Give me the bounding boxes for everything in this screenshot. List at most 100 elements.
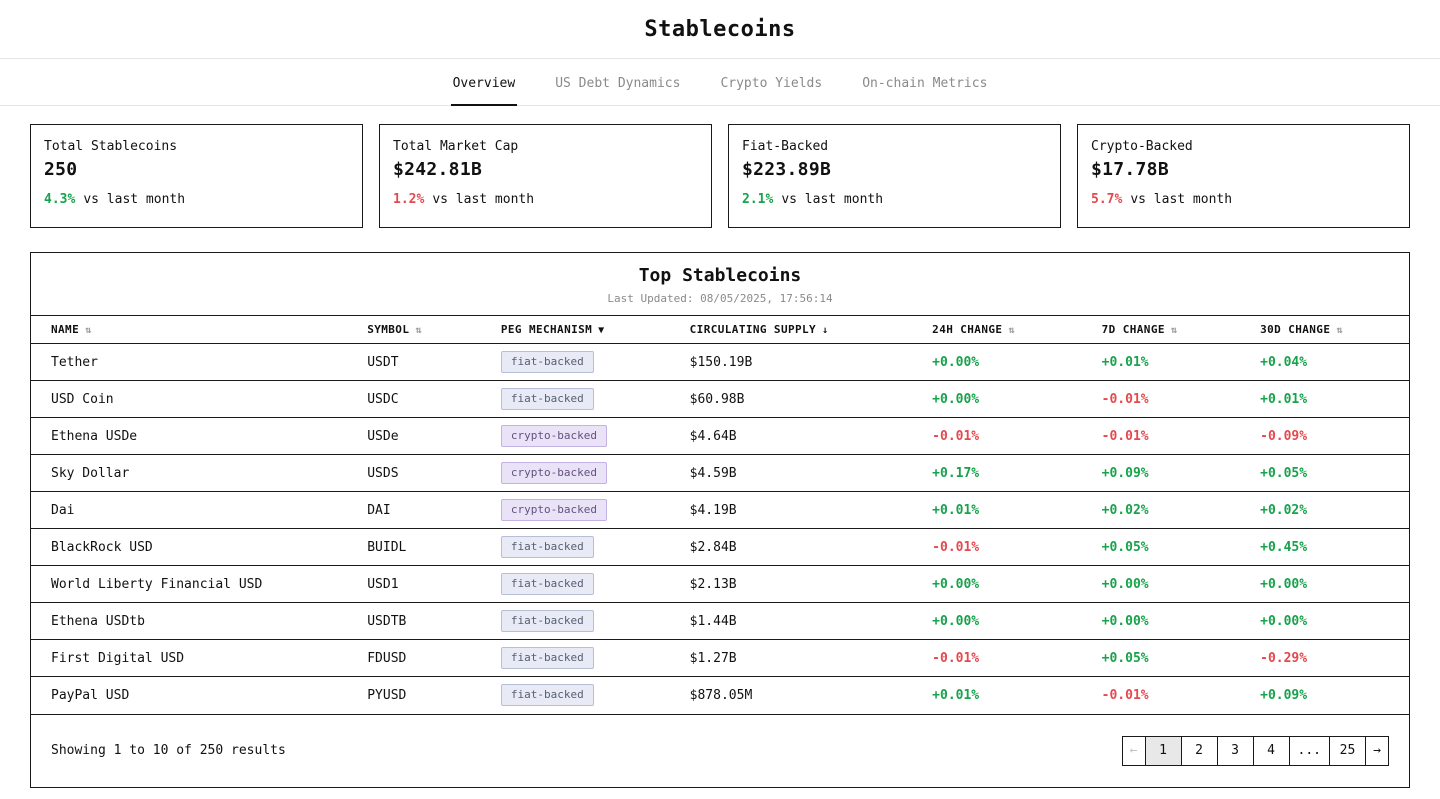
peg-badge: crypto-backed xyxy=(501,462,607,484)
peg-mechanism-cell: fiat-backed xyxy=(501,381,690,418)
circulating-supply: $878.05M xyxy=(690,677,933,714)
stat-cards: Total Stablecoins 250 4.3%vs last month … xyxy=(30,124,1410,228)
stat-change-suffix: vs last month xyxy=(1130,192,1232,207)
change-7d: -0.01% xyxy=(1102,677,1260,714)
table-row[interactable]: BlackRock USDBUIDLfiat-backed$2.84B-0.01… xyxy=(31,529,1409,566)
column-header-symbol[interactable]: SYMBOL⇅ xyxy=(367,316,501,344)
change-24h: +0.00% xyxy=(932,566,1101,603)
page-button-4[interactable]: 4 xyxy=(1253,736,1290,766)
pagination: ←1234...25→ xyxy=(1122,736,1389,766)
stat-change-pct: 5.7% xyxy=(1091,192,1122,207)
change-30d: -0.29% xyxy=(1260,640,1409,677)
change-7d: +0.00% xyxy=(1102,603,1260,640)
column-header-h24[interactable]: 24H CHANGE⇅ xyxy=(932,316,1101,344)
page-button-25[interactable]: 25 xyxy=(1329,736,1366,766)
table-row[interactable]: World Liberty Financial USDUSD1fiat-back… xyxy=(31,566,1409,603)
sort-both-icon: ⇅ xyxy=(1336,325,1342,336)
coin-name: Tether xyxy=(31,344,367,381)
next-page-button[interactable]: → xyxy=(1365,736,1389,766)
coin-name: Ethena USDtb xyxy=(31,603,367,640)
change-24h: -0.01% xyxy=(932,640,1101,677)
peg-mechanism-cell: fiat-backed xyxy=(501,603,690,640)
change-24h: +0.00% xyxy=(932,381,1101,418)
sort-both-icon: ⇅ xyxy=(1008,325,1014,336)
column-header-d7[interactable]: 7D CHANGE⇅ xyxy=(1102,316,1260,344)
table-body: TetherUSDTfiat-backed$150.19B+0.00%+0.01… xyxy=(31,344,1409,714)
peg-mechanism-cell: fiat-backed xyxy=(501,640,690,677)
page-button-3[interactable]: 3 xyxy=(1217,736,1254,766)
change-7d: +0.00% xyxy=(1102,566,1260,603)
circulating-supply: $4.64B xyxy=(690,418,933,455)
page-title: Stablecoins xyxy=(0,17,1440,42)
stat-change-suffix: vs last month xyxy=(432,192,534,207)
sort-both-icon: ⇅ xyxy=(1171,325,1177,336)
stat-change-pct: 2.1% xyxy=(742,192,773,207)
circulating-supply: $1.44B xyxy=(690,603,933,640)
peg-mechanism-cell: crypto-backed xyxy=(501,455,690,492)
sort-both-icon: ⇅ xyxy=(415,325,421,336)
column-label: CIRCULATING SUPPLY xyxy=(690,323,816,336)
page-button-1[interactable]: 1 xyxy=(1145,736,1182,766)
table-row[interactable]: Ethena USDtbUSDTBfiat-backed $1.44B +0.00%… xyxy=(31,603,1409,640)
top-stablecoins-panel: Top Stablecoins Last Updated: 08/05/2025… xyxy=(30,252,1410,788)
page-button-2[interactable]: 2 xyxy=(1181,736,1218,766)
peg-mechanism-cell: fiat-backed xyxy=(501,344,690,381)
column-label: PEG MECHANISM xyxy=(501,323,592,336)
peg-badge: fiat-backed xyxy=(501,351,594,373)
stat-card-fiat-backed: Fiat-Backed $223.89B 2.1%vs last month xyxy=(728,124,1061,228)
circulating-supply: $150.19B xyxy=(690,344,933,381)
tab-us-debt-dynamics[interactable]: US Debt Dynamics xyxy=(553,59,682,106)
change-7d: +0.02% xyxy=(1102,492,1260,529)
circulating-supply: $60.98B xyxy=(690,381,933,418)
stat-value: $223.89B xyxy=(742,159,1047,180)
circulating-supply: $1.27B xyxy=(690,640,933,677)
table-row[interactable]: DaiDAIcrypto-backed$4.19B+0.01%+0.02%+0.… xyxy=(31,492,1409,529)
column-header-supply[interactable]: CIRCULATING SUPPLY↓ xyxy=(690,316,933,344)
stat-change-pct: 4.3% xyxy=(44,192,75,207)
coin-name: Ethena USDe xyxy=(31,418,367,455)
peg-mechanism-cell: crypto-backed xyxy=(501,418,690,455)
table-title: Top Stablecoins xyxy=(31,265,1409,286)
table-row[interactable]: First Digital USDFDUSDfiat-backed$1.27B-… xyxy=(31,640,1409,677)
column-header-d30[interactable]: 30D CHANGE⇅ xyxy=(1260,316,1409,344)
change-7d: +0.09% xyxy=(1102,455,1260,492)
change-24h: +0.01% xyxy=(932,677,1101,714)
peg-mechanism-cell: fiat-backed xyxy=(501,677,690,714)
stat-card-total-market-cap: Total Market Cap $242.81B 1.2%vs last mo… xyxy=(379,124,712,228)
tab-on-chain-metrics[interactable]: On-chain Metrics xyxy=(860,59,989,106)
stat-label: Crypto-Backed xyxy=(1091,139,1396,154)
peg-mechanism-cell: fiat-backed xyxy=(501,566,690,603)
table-row[interactable]: USD CoinUSDCfiat-backed$60.98B+0.00%-0.0… xyxy=(31,381,1409,418)
change-30d: +0.04% xyxy=(1260,344,1409,381)
stat-value: $242.81B xyxy=(393,159,698,180)
sort-both-icon: ⇅ xyxy=(85,325,91,336)
results-summary: Showing 1 to 10 of 250 results xyxy=(51,743,286,758)
tab-overview[interactable]: Overview xyxy=(451,59,518,106)
table-row[interactable]: Sky DollarUSDScrypto-backed$4.59B+0.17%+… xyxy=(31,455,1409,492)
prev-page-button: ← xyxy=(1122,736,1146,766)
change-30d: +0.01% xyxy=(1260,381,1409,418)
table-row[interactable]: PayPal USDPYUSDfiat-backed$878.05M+0.01%… xyxy=(31,677,1409,714)
tab-bar: Overview US Debt Dynamics Crypto Yields … xyxy=(0,59,1440,106)
coin-symbol: BUIDL xyxy=(367,529,501,566)
change-7d: -0.01% xyxy=(1102,418,1260,455)
column-header-name[interactable]: NAME⇅ xyxy=(31,316,367,344)
peg-badge: fiat-backed xyxy=(501,610,594,632)
coin-symbol: DAI xyxy=(367,492,501,529)
coin-name: USD Coin xyxy=(31,381,367,418)
stat-change: 1.2%vs last month xyxy=(393,192,698,207)
table-row[interactable]: TetherUSDTfiat-backed$150.19B+0.00%+0.01… xyxy=(31,344,1409,381)
stat-change: 4.3% vs last month xyxy=(44,192,349,207)
stat-change-suffix: vs last month xyxy=(83,192,185,207)
tab-crypto-yields[interactable]: Crypto Yields xyxy=(718,59,824,106)
coin-symbol: PYUSD xyxy=(367,677,501,714)
coin-symbol: USDTB xyxy=(367,603,501,640)
table-row[interactable]: Ethena USDeUSDecrypto-backed$4.64B-0.01%… xyxy=(31,418,1409,455)
column-header-peg[interactable]: PEG MECHANISM▼ xyxy=(501,316,690,344)
stat-change: 5.7% vs last month xyxy=(1091,192,1396,207)
stat-value: 250 xyxy=(44,159,349,180)
change-30d: +0.02% xyxy=(1260,492,1409,529)
table-last-updated: Last Updated: 08/05/2025, 17:56:14 xyxy=(31,292,1409,305)
change-24h: +0.01% xyxy=(932,492,1101,529)
change-24h: -0.01% xyxy=(932,529,1101,566)
